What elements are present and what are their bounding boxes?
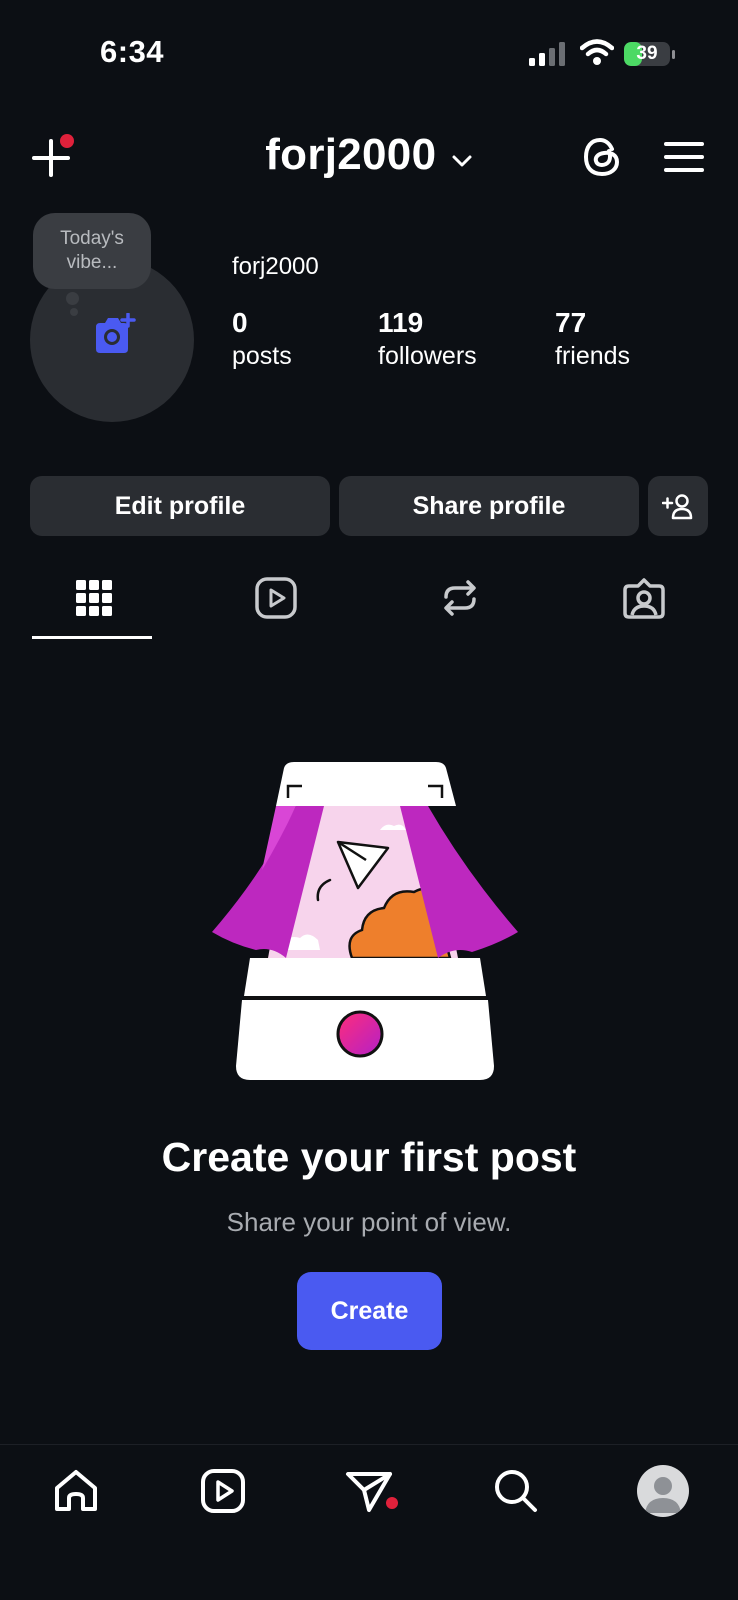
discover-people-button[interactable] xyxy=(648,476,708,536)
note-bubble-tail-small xyxy=(70,308,78,316)
account-switcher[interactable]: forj2000 xyxy=(0,130,738,180)
nav-home[interactable] xyxy=(51,1466,101,1516)
stat-friends[interactable]: 77 friends xyxy=(555,306,630,372)
stat-followers[interactable]: 119 followers xyxy=(378,306,477,372)
stat-value: 77 xyxy=(555,307,587,338)
header-username: forj2000 xyxy=(265,130,437,179)
nav-reels[interactable] xyxy=(198,1466,248,1516)
menu-icon xyxy=(664,142,704,172)
note-bubble[interactable]: Today's vibe... xyxy=(33,213,151,289)
note-text: Today's vibe... xyxy=(60,228,124,273)
note-bubble-tail xyxy=(66,292,79,305)
battery-charging-icon: 39 xyxy=(624,40,676,68)
profile-avatar-icon xyxy=(645,1477,681,1513)
chevron-down-icon xyxy=(452,155,472,167)
reels-icon xyxy=(201,1469,245,1513)
reels-icon xyxy=(255,577,297,619)
edit-profile-button[interactable]: Edit profile xyxy=(30,476,330,536)
nav-search[interactable] xyxy=(491,1466,541,1516)
add-person-icon xyxy=(662,494,693,520)
stat-value: 0 xyxy=(232,307,248,338)
messages-icon xyxy=(346,1472,392,1512)
status-time: 6:34 xyxy=(100,34,165,69)
threads-button[interactable] xyxy=(580,134,626,180)
stat-label: followers xyxy=(378,342,477,370)
nav-profile[interactable] xyxy=(637,1465,689,1517)
photo-booth-illustration xyxy=(212,762,518,1080)
signal-icon xyxy=(529,42,565,66)
display-name: forj2000 xyxy=(232,253,319,280)
threads-icon xyxy=(583,137,620,177)
active-tab-indicator xyxy=(32,636,152,639)
create-post-button[interactable]: Create xyxy=(297,1272,442,1350)
messages-badge-dot xyxy=(386,1497,398,1509)
battery-percent: 39 xyxy=(636,43,658,64)
tab-reposts[interactable] xyxy=(437,575,483,621)
stat-label: friends xyxy=(555,342,631,370)
home-icon xyxy=(55,1470,97,1511)
stat-posts[interactable]: 0 posts xyxy=(232,306,292,372)
reposts-icon xyxy=(444,580,476,616)
stat-value: 119 xyxy=(378,307,424,338)
menu-button[interactable] xyxy=(664,140,704,174)
tab-tagged[interactable] xyxy=(621,575,667,621)
nav-messages[interactable] xyxy=(344,1466,394,1516)
empty-state-subtitle: Share your point of view. xyxy=(226,1207,512,1237)
stat-label: posts xyxy=(232,342,292,370)
add-photo-camera-icon xyxy=(96,313,136,353)
share-profile-button[interactable]: Share profile xyxy=(339,476,639,536)
wifi-icon xyxy=(580,39,614,65)
empty-state-title: Create your first post xyxy=(161,1134,577,1180)
tagged-icon xyxy=(623,578,665,619)
search-icon xyxy=(495,1470,537,1512)
tab-reels[interactable] xyxy=(253,575,299,621)
grid-icon xyxy=(76,580,112,616)
tab-posts-grid[interactable] xyxy=(71,575,117,621)
